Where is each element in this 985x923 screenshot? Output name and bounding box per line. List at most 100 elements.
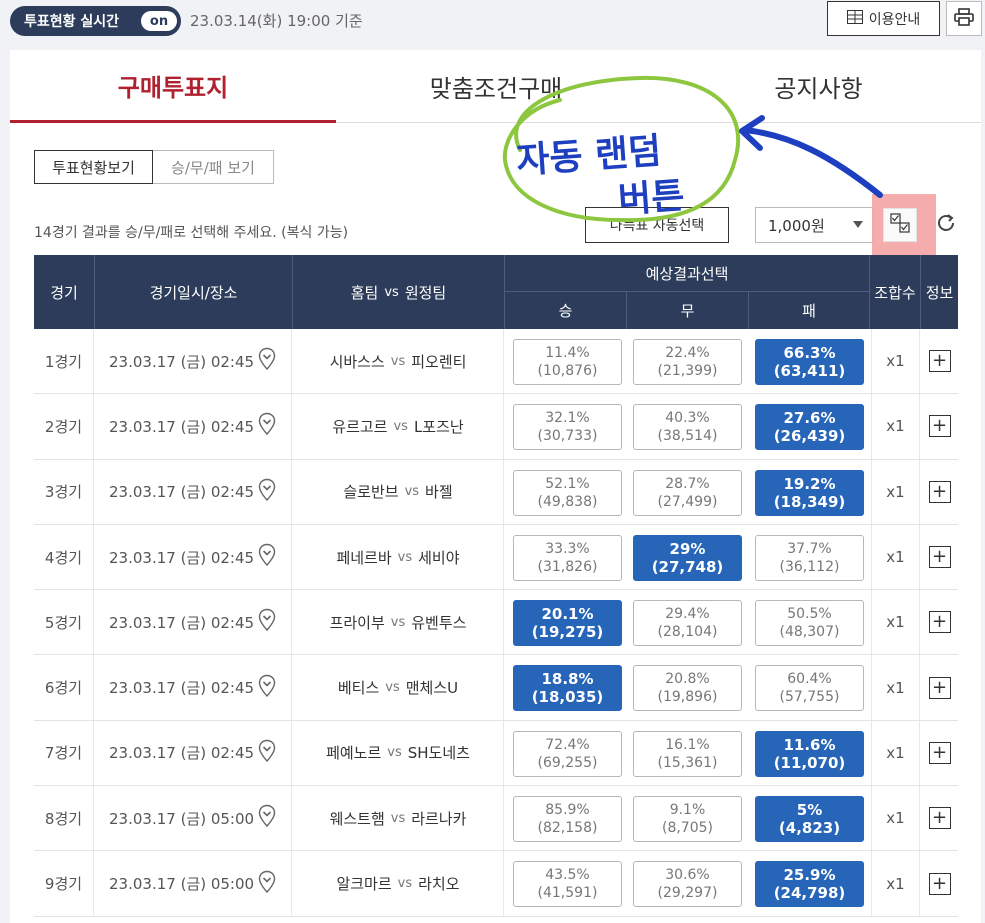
option-win-button[interactable]: 33.3% (31,826) (513, 534, 622, 581)
match-date: 23.03.17 (금) 02:45 (109, 679, 255, 698)
vs-label: vs (390, 353, 406, 369)
tab-purchase-slip[interactable]: 구매투표지 (10, 50, 336, 123)
live-status-toggle[interactable]: 투표현황 실시간 on (10, 6, 181, 36)
info-plus-button[interactable]: + (928, 611, 951, 634)
option-lose-button[interactable]: 60.4% (57,755) (755, 665, 864, 712)
tab-custom-purchase[interactable]: 맞춤조건구매 (336, 50, 656, 123)
option-win-button[interactable]: 32.1% (30,733) (513, 404, 622, 451)
header-game: 경기 (34, 255, 95, 329)
match-teams: 페예노르 vs SH도네츠 (293, 720, 504, 786)
option-win-button[interactable]: 20.1% (19,275) (513, 600, 622, 647)
location-pin-icon[interactable] (258, 478, 276, 506)
option-percent: 66.3% (783, 344, 836, 362)
option-lose-button[interactable]: 5% (4,823) (755, 796, 864, 843)
refresh-button[interactable] (932, 211, 960, 239)
option-percent: 19.2% (783, 474, 836, 493)
option-win-button[interactable]: 72.4% (69,255) (513, 730, 622, 777)
combo-count: x1 (871, 720, 920, 786)
print-button[interactable] (946, 1, 982, 36)
location-pin-icon[interactable] (258, 412, 276, 440)
option-draw-button[interactable]: 16.1% (15,361) (633, 730, 742, 777)
info-plus-button[interactable]: + (928, 807, 951, 830)
match-teams: 페네르바 vs 세비야 (293, 524, 504, 590)
tab-notices[interactable]: 공지사항 (656, 50, 981, 123)
option-lose-button[interactable]: 50.5% (48,307) (755, 600, 864, 647)
combo-count: x1 (871, 524, 920, 590)
option-count: (18,349) (773, 492, 846, 511)
info-plus-button[interactable]: + (928, 480, 951, 503)
option-win-button[interactable]: 52.1% (49,838) (513, 469, 622, 516)
match-datetime: 23.03.17 (금) 02:45 (95, 459, 292, 524)
on-badge[interactable]: on (141, 11, 177, 31)
option-win-button[interactable]: 43.5% (41,591) (513, 861, 622, 908)
option-lose-button[interactable]: 37.7% (36,112) (755, 534, 864, 581)
info-plus-button[interactable]: + (928, 741, 951, 764)
printer-icon (954, 7, 974, 30)
home-team: 유르고르 (332, 417, 388, 436)
option-percent: 11.6% (783, 735, 836, 754)
info-plus-button[interactable]: + (928, 415, 951, 438)
combo-count: x1 (871, 851, 920, 916)
away-team: SH도네츠 (407, 744, 470, 763)
vs-label: vs (390, 810, 406, 826)
option-draw-button[interactable]: 28.7% (27,499) (633, 469, 742, 516)
option-draw-button[interactable]: 29% (27,748) (633, 534, 742, 581)
info-plus-button[interactable]: + (928, 676, 951, 699)
info-cell: + (921, 394, 958, 458)
location-pin-icon[interactable] (258, 739, 276, 767)
game-number: 6경기 (34, 655, 94, 720)
location-pin-icon[interactable] (258, 347, 276, 375)
option-percent: 72.4% (545, 736, 590, 753)
option-win-button[interactable]: 18.8% (18,035) (513, 665, 622, 712)
option-lose-button[interactable]: 25.9% (24,798) (755, 861, 864, 908)
option-win-button[interactable]: 85.9% (82,158) (513, 796, 622, 843)
option-draw-button[interactable]: 22.4% (21,399) (633, 339, 742, 385)
option-percent: 37.7% (787, 540, 832, 557)
option-count: (15,361) (657, 754, 718, 771)
option-percent: 22.4% (665, 345, 710, 361)
location-pin-icon[interactable] (258, 870, 276, 898)
status-view-button[interactable]: 투표현황보기 (34, 150, 153, 184)
location-pin-icon[interactable] (258, 804, 276, 832)
home-team: 시바스스 (329, 352, 385, 371)
home-team: 알크마르 (336, 875, 392, 894)
away-team: 라르나카 (411, 809, 467, 828)
location-pin-icon[interactable] (258, 543, 276, 571)
option-count: (48,307) (779, 624, 840, 641)
away-team: 피오렌티 (411, 352, 467, 371)
location-pin-icon[interactable] (258, 674, 276, 702)
game-number: 4경기 (34, 524, 94, 590)
info-cell: + (921, 786, 958, 850)
option-win-button[interactable]: 11.4% (10,876) (513, 339, 622, 385)
option-lose-button[interactable]: 27.6% (26,439) (755, 404, 864, 451)
info-plus-button[interactable]: + (928, 350, 951, 373)
option-draw-button[interactable]: 29.4% (28,104) (633, 600, 742, 647)
info-plus-button[interactable]: + (928, 546, 951, 569)
option-count: (19,896) (657, 689, 718, 706)
option-draw-button[interactable]: 30.6% (29,297) (633, 861, 742, 908)
option-count: (69,255) (537, 754, 598, 771)
option-lose-button[interactable]: 11.6% (11,070) (755, 730, 864, 777)
wdl-view-button[interactable]: 승/무/패 보기 (153, 150, 274, 184)
match-date: 23.03.17 (금) 05:00 (109, 875, 255, 894)
option-lose-button[interactable]: 19.2% (18,349) (755, 469, 864, 516)
location-pin-icon[interactable] (258, 608, 276, 636)
option-draw-button[interactable]: 40.3% (38,514) (633, 404, 742, 451)
info-cell: + (921, 721, 958, 785)
option-percent: 33.3% (545, 540, 590, 557)
view-toggle: 투표현황보기 승/무/패 보기 (34, 150, 274, 184)
info-plus-button[interactable]: + (928, 872, 951, 895)
option-count: (63,411) (773, 362, 846, 380)
auto-select-button[interactable]: 나득표 자동선택 (585, 207, 729, 243)
option-percent: 20.8% (665, 671, 710, 688)
option-draw-button[interactable]: 9.1% (8,705) (633, 796, 742, 843)
option-percent: 50.5% (787, 606, 832, 623)
option-count: (82,158) (537, 820, 598, 837)
random-pick-button[interactable] (883, 208, 917, 242)
amount-select[interactable]: 1,000원 (755, 207, 874, 243)
option-lose-button[interactable]: 66.3% (63,411) (755, 339, 864, 385)
option-count: (31,826) (537, 558, 598, 575)
option-percent: 29.4% (665, 606, 710, 623)
guide-button[interactable]: 이용안내 (827, 1, 940, 36)
option-draw-button[interactable]: 20.8% (19,896) (633, 665, 742, 712)
